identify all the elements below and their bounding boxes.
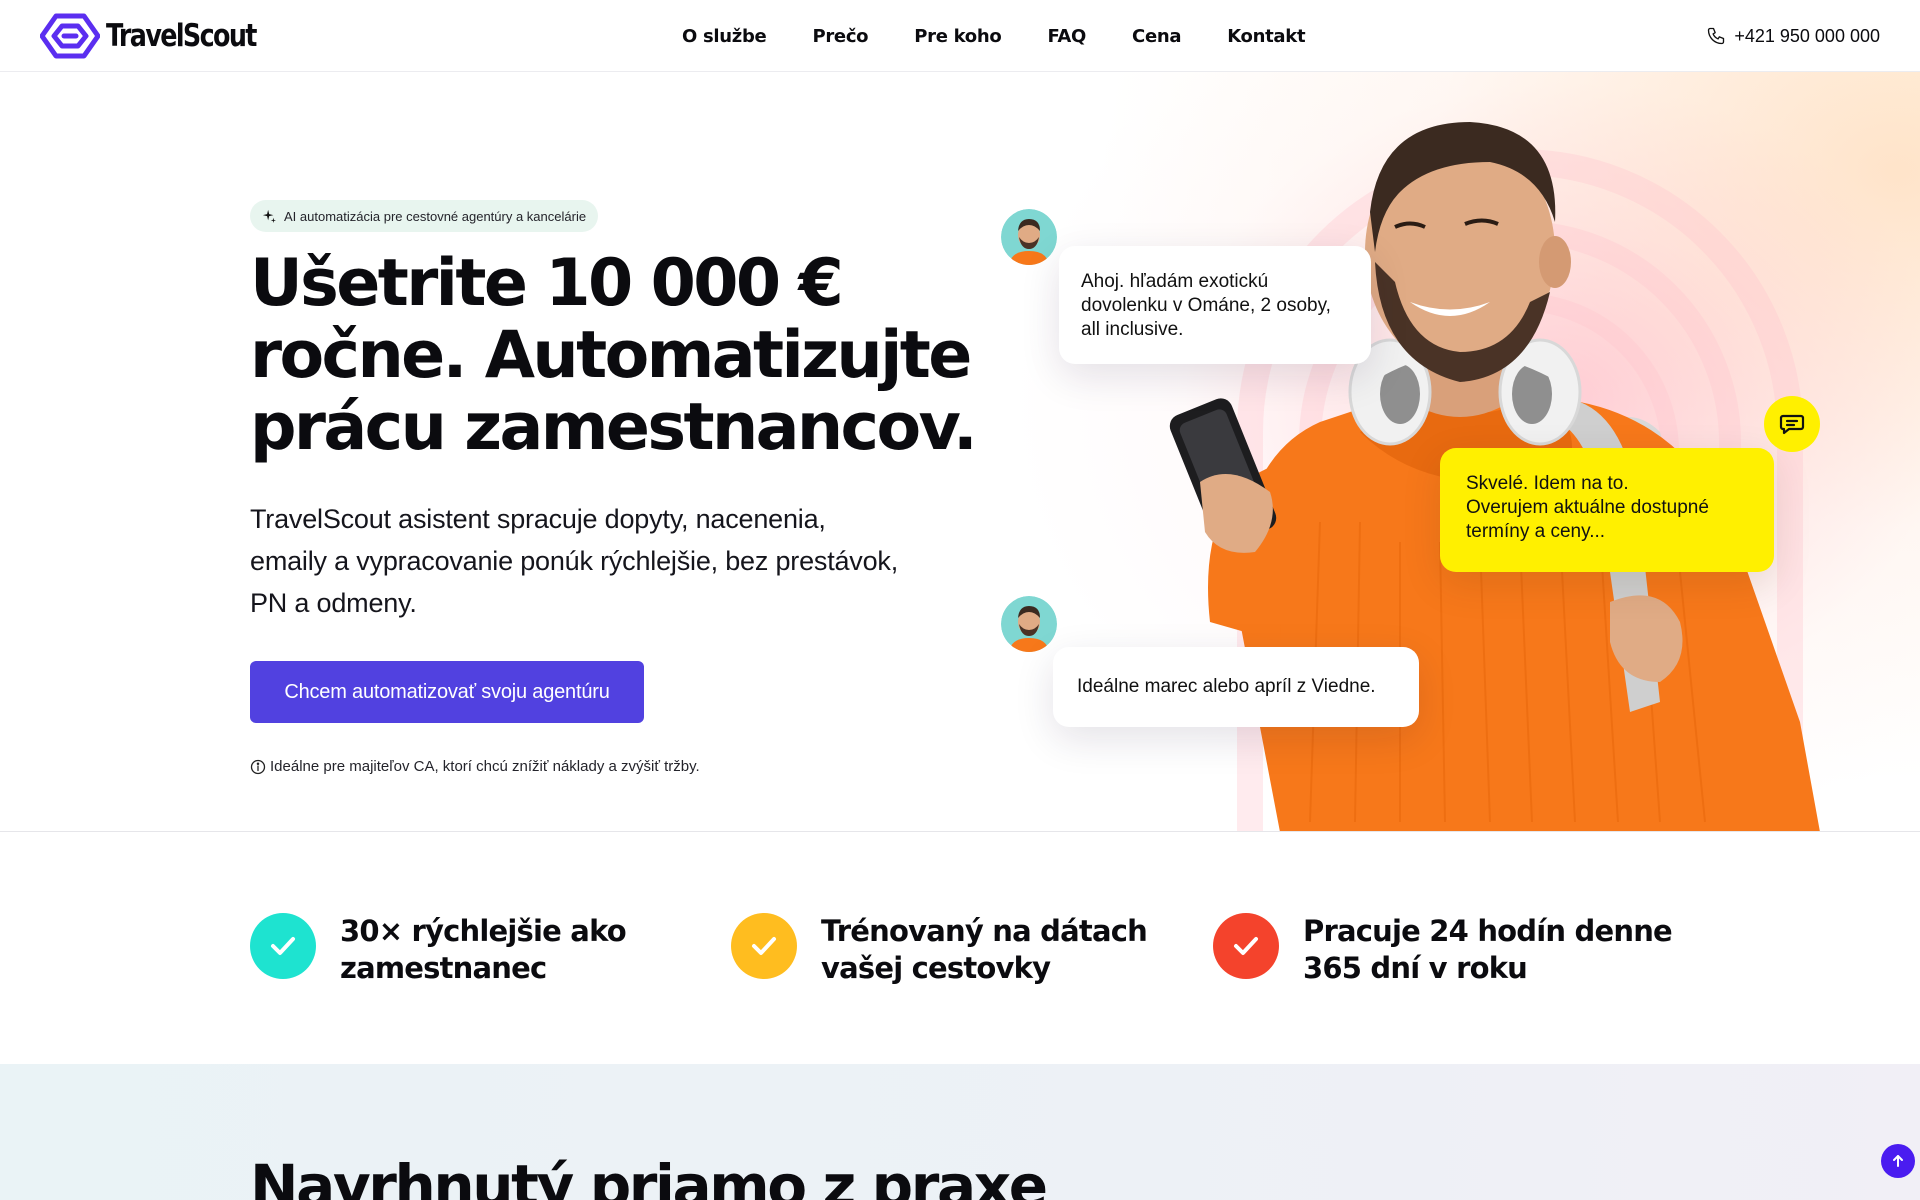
scroll-to-top-button[interactable] bbox=[1881, 1144, 1915, 1178]
hero-note-text: Ideálne pre majiteľov CA, ktorí chcú zní… bbox=[270, 758, 700, 775]
logo-mark-icon bbox=[40, 13, 100, 59]
sparkle-icon bbox=[262, 209, 276, 223]
feature-check-badge bbox=[250, 913, 316, 979]
features-section: 30× rýchlejšie ako zamestnanec Trénovaný… bbox=[0, 832, 1920, 1064]
avatar-image bbox=[1001, 596, 1057, 652]
hero-subtitle-line: PN a odmeny. bbox=[250, 588, 417, 618]
hero-title-line: Ušetrite 10 000 € bbox=[250, 246, 844, 321]
hero-section: AI automatizácia pre cestovné agentúry a… bbox=[0, 72, 1920, 832]
hero-title-line: prácu zamestnancov. bbox=[250, 390, 978, 465]
feature-text-line: 30× rýchlejšie ako bbox=[340, 914, 627, 948]
chat-bubble-line: Overujem aktuálne dostupné bbox=[1466, 497, 1709, 518]
chat-bubble-user-message-2: Ideálne marec alebo apríl z Viedne. bbox=[1053, 647, 1419, 727]
arrow-up-icon bbox=[1893, 1155, 1903, 1167]
nav-link-cena[interactable]: Cena bbox=[1132, 26, 1181, 47]
hero-badge: AI automatizácia pre cestovné agentúry a… bbox=[250, 200, 599, 232]
practice-section: Navrhnutý priamo z praxe bbox=[0, 1064, 1920, 1200]
feature-text-line: Pracuje 24 hodín denne bbox=[1303, 914, 1673, 948]
chat-bubble-line: Skvelé. Idem na to. bbox=[1466, 473, 1629, 494]
feature-item: Trénovaný na dátach vašej cestovky bbox=[731, 913, 1148, 987]
nav-link-o-sluzbe[interactable]: O službe bbox=[682, 26, 767, 47]
chat-bubble-line: Ideálne marec alebo apríl z Viedne. bbox=[1077, 676, 1376, 697]
chat-bubble-assistant-reply: Skvelé. Idem na to. Overujem aktuálne do… bbox=[1440, 448, 1774, 572]
chat-bubble-line: dovolenku v Ománe, 2 osoby, bbox=[1081, 295, 1331, 316]
check-icon bbox=[1234, 937, 1258, 955]
chat-bubble-line: all inclusive. bbox=[1081, 319, 1184, 340]
chat-bubble-line: termíny a ceny... bbox=[1466, 521, 1606, 542]
feature-text-line: zamestnanec bbox=[340, 951, 547, 985]
nav-link-pre-koho[interactable]: Pre koho bbox=[914, 26, 1001, 47]
feature-text: Pracuje 24 hodín denne 365 dní v roku bbox=[1303, 913, 1673, 987]
user-avatar bbox=[1001, 596, 1057, 652]
feature-text: 30× rýchlejšie ako zamestnanec bbox=[340, 913, 627, 987]
feature-text: Trénovaný na dátach vašej cestovky bbox=[821, 913, 1148, 987]
feature-item: 30× rýchlejšie ako zamestnanec bbox=[250, 913, 627, 987]
info-icon bbox=[250, 759, 266, 774]
hero-title: Ušetrite 10 000 € ročne. Automatizujte p… bbox=[250, 248, 1010, 464]
check-icon bbox=[752, 937, 776, 955]
feature-text-line: Trénovaný na dátach bbox=[821, 914, 1148, 948]
feature-item: Pracuje 24 hodín denne 365 dní v roku bbox=[1213, 913, 1673, 987]
hero-subtitle: TravelScout asistent spracuje dopyty, na… bbox=[250, 498, 970, 624]
phone-link[interactable]: +421 950 000 000 bbox=[1706, 0, 1880, 72]
phone-icon bbox=[1708, 27, 1725, 45]
avatar-image bbox=[1001, 209, 1057, 265]
brand-logo[interactable]: TravelScout bbox=[40, 12, 289, 60]
hero-subtitle-line: emaily a vypracovanie ponúk rýchlejšie, … bbox=[250, 546, 899, 576]
nav-link-faq[interactable]: FAQ bbox=[1047, 26, 1086, 47]
feature-text-line: vašej cestovky bbox=[821, 951, 1051, 985]
chat-bubble-user-message: Ahoj. hľadám exotickú dovolenku v Ománe,… bbox=[1059, 246, 1371, 364]
phone-number: +421 950 000 000 bbox=[1734, 25, 1880, 46]
feature-text-line: 365 dní v roku bbox=[1303, 951, 1528, 985]
hero-subtitle-line: TravelScout asistent spracuje dopyty, na… bbox=[250, 504, 826, 534]
user-avatar bbox=[1001, 209, 1057, 265]
cta-automate-button[interactable]: Chcem automatizovať svoju agentúru bbox=[250, 661, 644, 723]
practice-section-title: Navrhnutý priamo z praxe bbox=[250, 1152, 1048, 1200]
nav-link-preco[interactable]: Prečo bbox=[812, 26, 868, 47]
chat-bubble-line: Ahoj. hľadám exotickú bbox=[1081, 271, 1269, 292]
hero-badge-label: AI automatizácia pre cestovné agentúry a… bbox=[284, 208, 587, 224]
check-icon bbox=[271, 937, 295, 955]
nav-link-kontakt[interactable]: Kontakt bbox=[1227, 26, 1305, 47]
navbar: TravelScout O službe Prečo Pre koho FAQ … bbox=[0, 0, 1920, 72]
feature-check-badge bbox=[1213, 913, 1279, 979]
hero-title-line: ročne. Automatizujte bbox=[250, 318, 972, 393]
main-nav: O službe Prečo Pre koho FAQ Cena Kontakt bbox=[682, 0, 1306, 72]
chat-bubble-icon bbox=[1764, 396, 1820, 452]
hero-note: Ideálne pre majiteľov CA, ktorí chcú zní… bbox=[250, 758, 700, 775]
logo-text: TravelScout bbox=[106, 18, 257, 54]
feature-check-badge bbox=[731, 913, 797, 979]
